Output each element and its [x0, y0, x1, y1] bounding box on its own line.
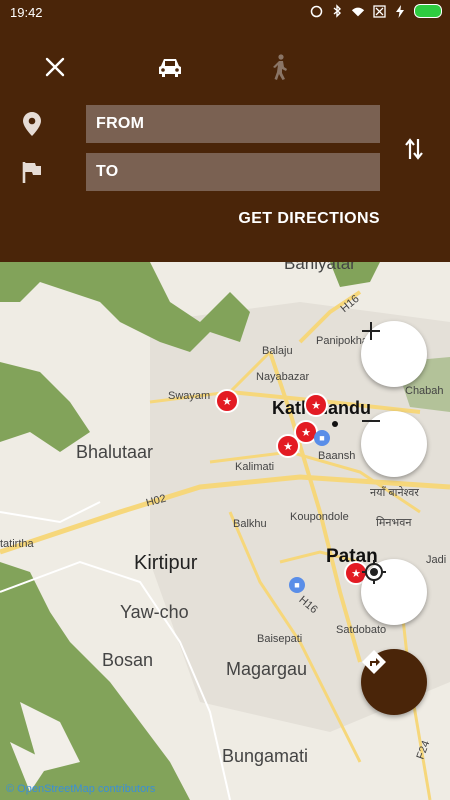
car-icon[interactable] — [153, 50, 187, 84]
close-icon[interactable] — [38, 50, 72, 84]
directions-button[interactable] — [361, 649, 427, 715]
map-label: Koupondole — [290, 511, 349, 523]
bluetooth-icon — [330, 4, 344, 18]
map-view[interactable]: Baniyatar H16 Panipokhari Balaju Nayabaz… — [0, 262, 450, 800]
map-label: Baansh — [318, 450, 356, 462]
walk-icon[interactable] — [263, 50, 297, 84]
flag-icon — [20, 160, 44, 184]
map-label: नयाँ बानेश्वर — [370, 487, 419, 499]
map-label: Swayam — [168, 390, 211, 402]
map-label: Kalimati — [235, 461, 275, 473]
zoom-in-button[interactable] — [361, 321, 427, 387]
zoom-in-icon — [362, 322, 380, 340]
map-label: मिनभवन — [376, 517, 412, 529]
battery-icon — [414, 4, 442, 18]
map-label: Bungamati — [222, 746, 309, 766]
map-label: Baisepati — [257, 633, 303, 645]
poi-marker-star-icon[interactable]: ★ — [215, 389, 239, 413]
status-icons — [309, 4, 442, 18]
directions-panel: 19:42 FROM TO GET DIRECTIONS — [0, 0, 450, 262]
zoom-out-icon — [362, 420, 380, 422]
status-bar: 19:42 — [0, 0, 450, 26]
charging-icon — [393, 4, 407, 18]
directions-icon — [362, 650, 386, 674]
from-row: FROM — [0, 105, 450, 143]
get-directions-button[interactable]: GET DIRECTIONS — [238, 210, 380, 228]
location-pin-icon — [20, 112, 44, 136]
map-label: Bhalutaar — [76, 442, 154, 462]
to-input[interactable]: TO — [86, 153, 380, 191]
my-location-button[interactable] — [361, 559, 427, 625]
map-label: Balkhu — [233, 518, 267, 530]
map-label: Magargau — [226, 659, 308, 679]
map-attribution[interactable]: © OpenStreetMap contributors — [6, 783, 155, 795]
map-label: Satdobato — [336, 624, 387, 636]
map-label: Yaw-cho — [120, 602, 189, 622]
to-row: TO — [0, 153, 450, 191]
poi-marker-star-icon[interactable]: ★ — [276, 434, 300, 458]
swap-icon[interactable] — [400, 135, 428, 163]
bus-stop-icon[interactable]: ■ — [314, 430, 330, 446]
bus-stop-icon[interactable]: ■ — [289, 577, 305, 593]
wifi-icon — [351, 4, 365, 18]
map-label: Balaju — [262, 345, 293, 357]
map-label: Baniyatar — [284, 262, 356, 273]
status-time: 19:42 — [10, 5, 43, 20]
sim-off-icon — [372, 4, 386, 18]
map-label: Nayabazar — [256, 371, 310, 383]
map-label: tatirtha — [0, 538, 34, 550]
map-label: Chabah — [405, 385, 444, 397]
transport-mode-row — [0, 50, 450, 84]
sync-icon — [309, 4, 323, 18]
poi-marker-star-icon[interactable]: ★ — [304, 393, 328, 417]
map-label: Bosan — [102, 650, 154, 670]
zoom-out-button[interactable] — [361, 411, 427, 477]
map-label: Kirtipur — [134, 552, 198, 574]
map-label: Jadi — [426, 554, 447, 566]
from-input[interactable]: FROM — [86, 105, 380, 143]
my-location-icon — [362, 560, 386, 584]
